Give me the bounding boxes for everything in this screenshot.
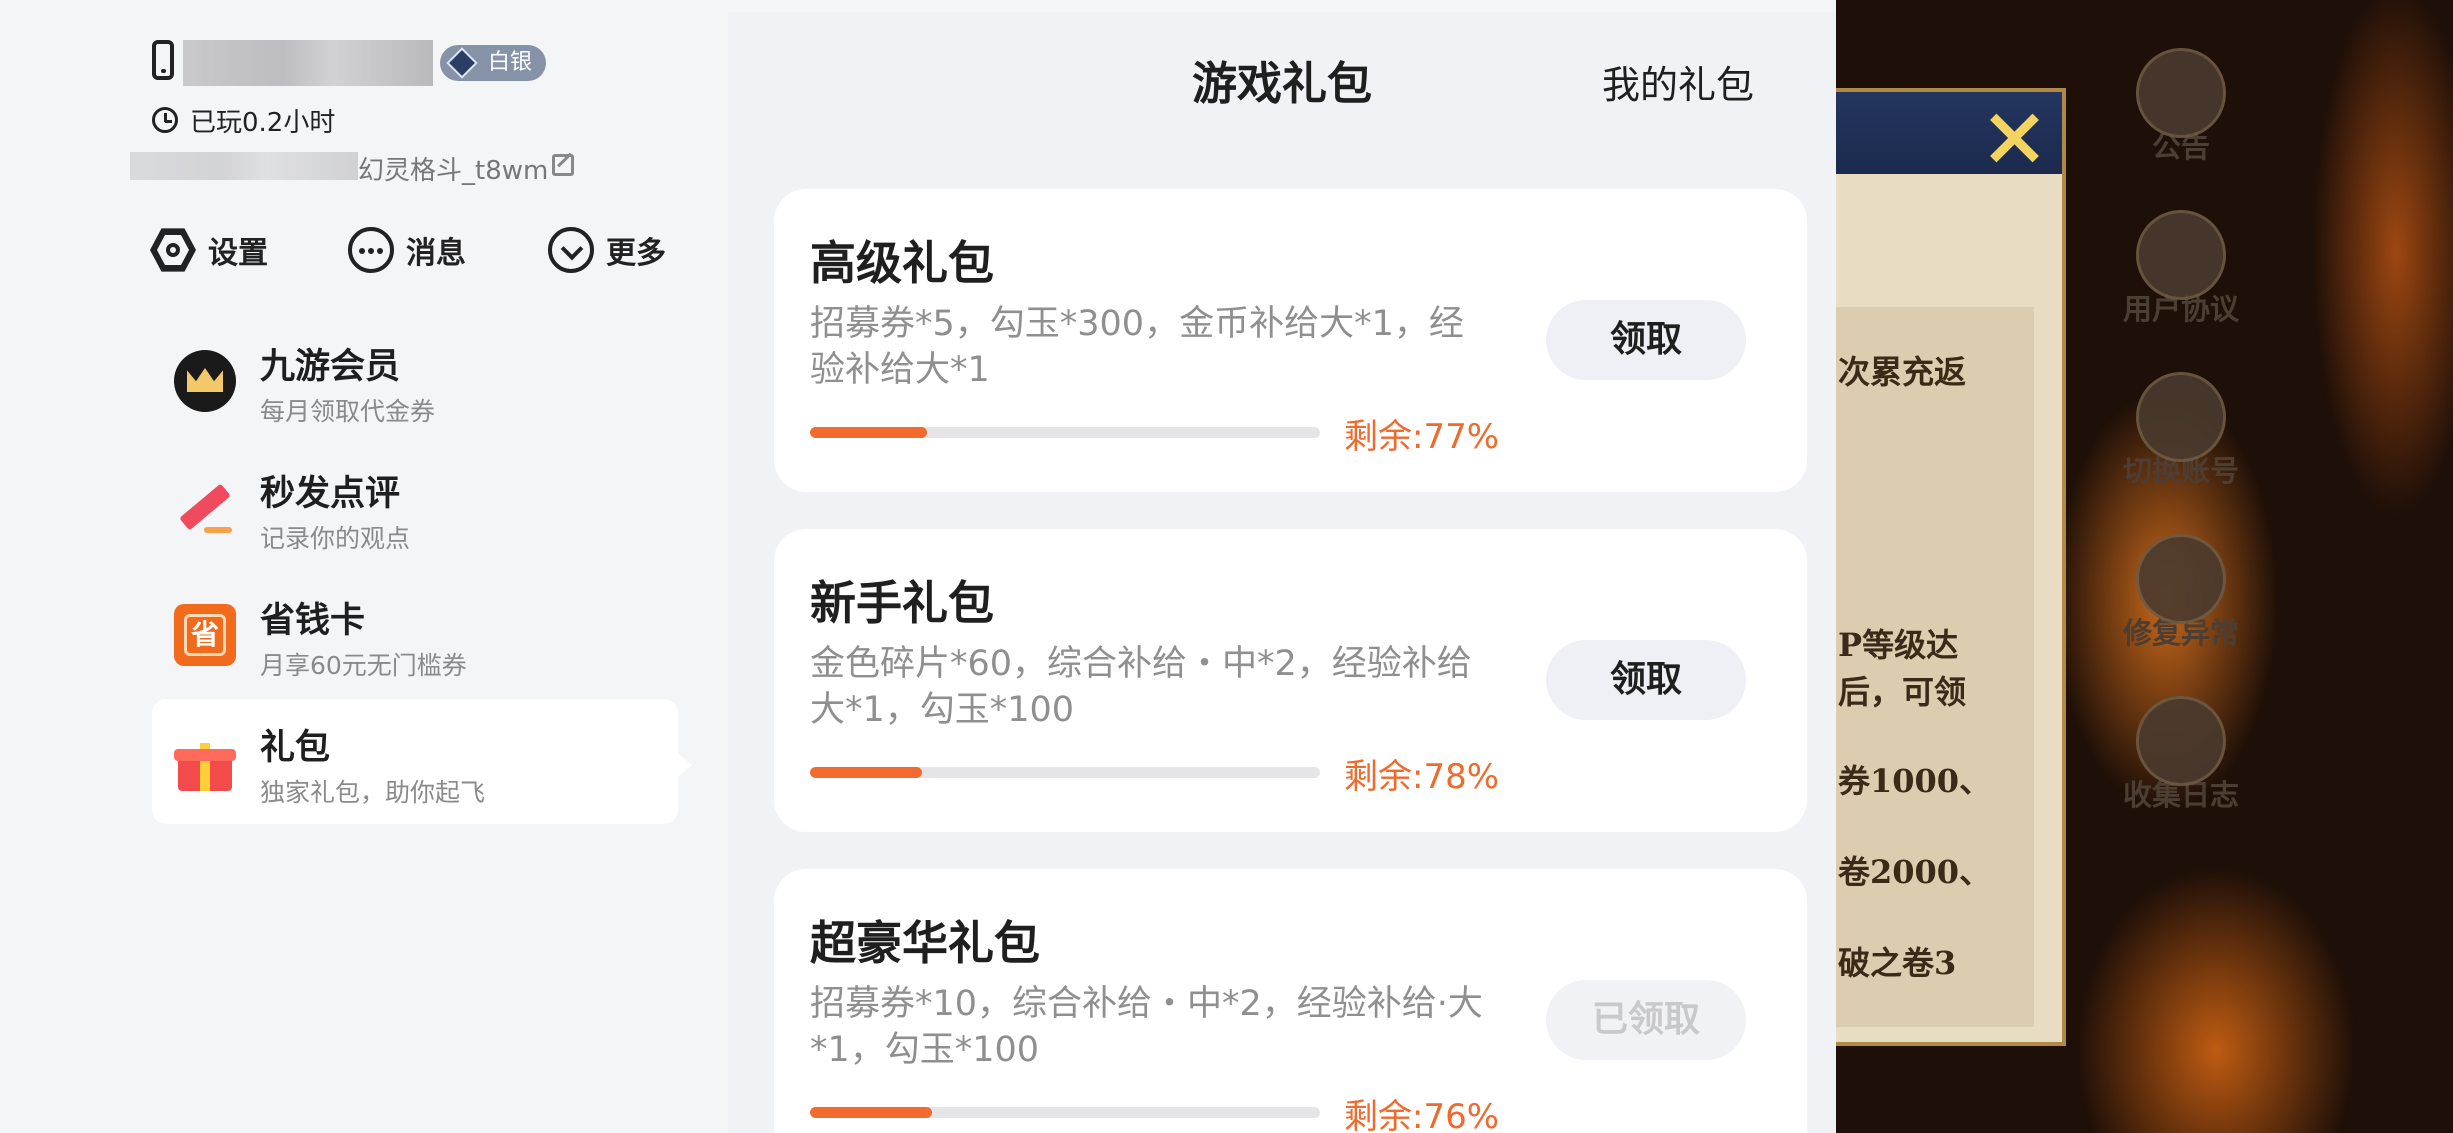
remaining-label: 剩余:77%: [1344, 417, 1500, 457]
menu-item-title: 礼包: [260, 728, 331, 768]
gift-desc: 金色碎片*60，综合补给・中*2，经验补给大*1，勾玉*100: [810, 644, 1472, 730]
more-icon: [548, 227, 594, 273]
claim-button[interactable]: 领取: [1546, 640, 1746, 720]
level-badge[interactable]: 白银: [440, 45, 547, 81]
badge-label: 白银: [488, 50, 533, 75]
claim-button[interactable]: 领取: [1546, 300, 1746, 380]
scroll-text: 券1000、: [1838, 762, 1992, 800]
menu-item-title: 省钱卡: [260, 601, 366, 641]
gift-card: 新手礼包 金色碎片*60，综合补给・中*2，经验补给大*1，勾玉*100 剩余:…: [774, 529, 1807, 832]
gift-desc: 招募券*10，综合补给・中*2，经验补给·大*1，勾玉*100: [810, 984, 1483, 1070]
sidebar: 白银 已玩0.2小时 幻灵格斗_t8wm 设置 消息 更多 九游会员 每月领取代…: [0, 0, 715, 1133]
menu-item-review[interactable]: 秒发点评 记录你的观点: [152, 445, 678, 570]
claimed-button: 已领取: [1546, 980, 1746, 1060]
menu-item-gifts[interactable]: 礼包 独家礼包，助你起飞: [152, 699, 692, 824]
remaining-progress-bar: [810, 1107, 1320, 1118]
close-icon[interactable]: [1984, 108, 2044, 168]
remaining-label: 剩余:78%: [1344, 757, 1500, 797]
gift-name: 新手礼包: [810, 576, 994, 630]
crown-icon: [174, 350, 236, 412]
play-time: 已玩0.2小时: [190, 108, 336, 138]
menu-item-subtitle: 每月领取代金券: [260, 397, 436, 426]
messages-button[interactable]: 消息: [348, 225, 466, 275]
scroll-text: 破之卷3: [1838, 944, 1957, 982]
masked-account-id: [130, 152, 358, 180]
announcement-icon: [2136, 48, 2226, 138]
nickname: 幻灵格斗_t8wm: [358, 156, 549, 186]
messages-label: 消息: [406, 236, 466, 271]
gift-icon: [174, 731, 236, 793]
message-icon: [348, 227, 394, 273]
phone-icon: [152, 40, 174, 80]
scroll-icon: [2136, 210, 2226, 300]
scroll-text: 次累充返: [1838, 353, 1967, 391]
remaining-progress-bar: [810, 427, 1320, 438]
gift-desc: 招募券*5，勾玉*300，金币补给大*1，经验补给大*1: [810, 304, 1464, 390]
gear-icon: [2136, 534, 2226, 624]
game-background: 次累充返 P等级达 后，可领 券1000、 卷2000、 破之卷3 公告 用户协…: [1836, 0, 2453, 1133]
edit-icon[interactable]: [552, 154, 574, 176]
scroll-text: 后，可领: [1838, 673, 1967, 711]
announcement-scroll: 次累充返 P等级达 后，可领 券1000、 卷2000、 破之卷3: [1836, 88, 2066, 1046]
gift-card: 高级礼包 招募券*5，勾玉*300，金币补给大*1，经验补给大*1 剩余:77%…: [774, 189, 1807, 492]
scroll-text: 卷2000、: [1838, 853, 1992, 891]
collect-logs-button[interactable]: 收集日志: [2116, 696, 2246, 814]
gift-name: 高级礼包: [810, 236, 994, 290]
scroll-text: P等级达: [1838, 626, 1959, 664]
settings-icon: [150, 228, 196, 272]
gift-card: 超豪华礼包 招募券*10，综合补给・中*2，经验补给·大*1，勾玉*100 剩余…: [774, 869, 1807, 1133]
menu-item-subtitle: 记录你的观点: [260, 524, 411, 553]
save-card-icon: 省: [174, 604, 236, 666]
repair-button[interactable]: 修复异常: [2116, 534, 2246, 652]
remaining-progress-bar: [810, 767, 1320, 778]
user-agreement-button[interactable]: 用户协议: [2116, 210, 2246, 328]
diamond-icon: [446, 47, 478, 79]
more-label: 更多: [606, 236, 666, 271]
gift-name: 超豪华礼包: [810, 916, 1040, 970]
my-gifts-link[interactable]: 我的礼包: [1602, 54, 1754, 109]
announcement-button[interactable]: 公告: [2116, 48, 2246, 166]
more-button[interactable]: 更多: [548, 225, 666, 275]
menu-item-title: 九游会员: [260, 347, 401, 387]
menu-item-membership[interactable]: 九游会员 每月领取代金券: [152, 318, 678, 443]
log-icon: [2136, 696, 2226, 786]
settings-button[interactable]: 设置: [150, 225, 268, 275]
menu-item-subtitle: 月享60元无门槛券: [260, 651, 467, 680]
gift-panel: 游戏礼包 我的礼包 高级礼包 招募券*5，勾玉*300，金币补给大*1，经验补给…: [728, 12, 1836, 1133]
masked-phone-number: [183, 40, 433, 86]
menu-item-title: 秒发点评: [260, 474, 401, 514]
switch-account-button[interactable]: 切换账号: [2116, 372, 2246, 490]
settings-label: 设置: [208, 236, 268, 271]
users-icon: [2136, 372, 2226, 462]
menu-item-subtitle: 独家礼包，助你起飞: [260, 778, 486, 807]
pen-icon: [174, 477, 236, 539]
menu-item-save-card[interactable]: 省 省钱卡 月享60元无门槛券: [152, 572, 678, 697]
remaining-label: 剩余:76%: [1344, 1097, 1500, 1133]
clock-icon: [152, 107, 178, 133]
